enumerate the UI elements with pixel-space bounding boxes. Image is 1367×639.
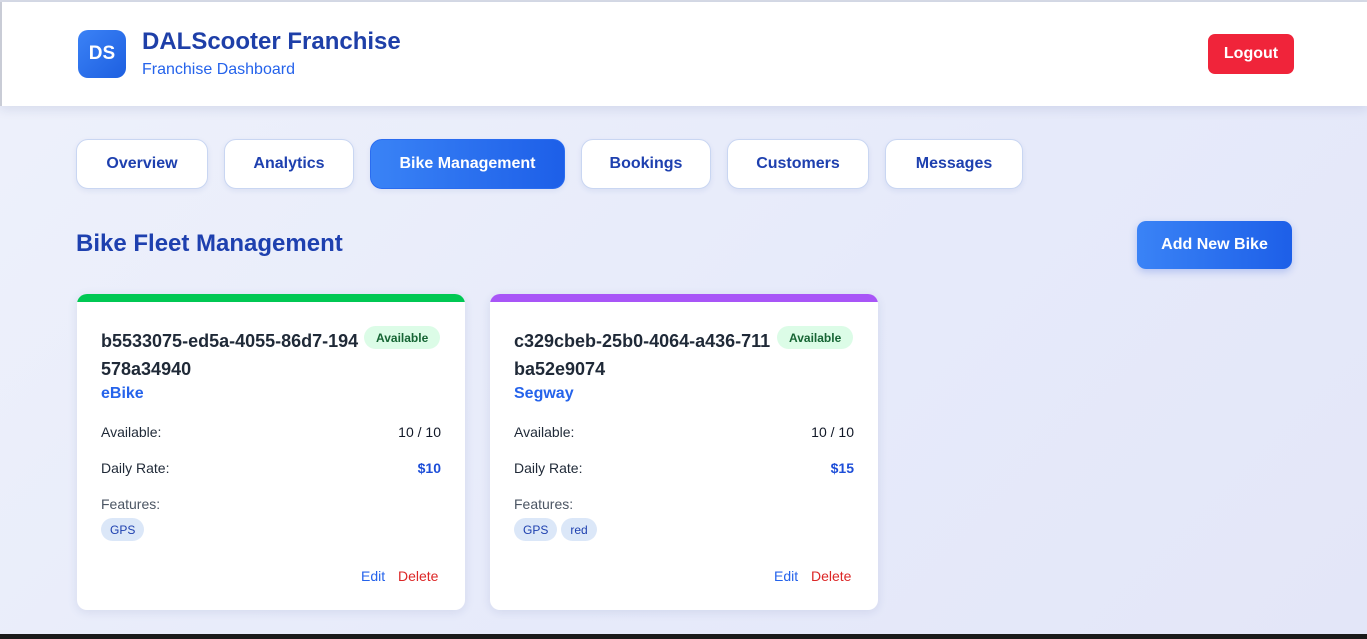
feature-tag: GPS — [101, 518, 145, 541]
card-accent-stripe — [490, 294, 878, 302]
section-title: Bike Fleet Management — [76, 230, 343, 257]
card-accent-stripe — [77, 294, 465, 302]
tab-customers[interactable]: Customers — [727, 139, 869, 189]
feature-tags: GPS red — [514, 518, 597, 541]
logout-button[interactable]: Logout — [1208, 34, 1294, 74]
tab-messages[interactable]: Messages — [885, 139, 1023, 189]
app-title: DALScooter Franchise — [142, 28, 401, 55]
status-badge: Available — [364, 326, 441, 349]
daily-rate-value: $15 — [830, 460, 854, 476]
bike-id: c329cbeb-25b0-4064-a436-711ba52e9074 — [514, 331, 771, 379]
feature-tags: GPS — [101, 518, 145, 541]
edit-link[interactable]: Edit — [361, 568, 385, 584]
bike-card: b5533075-ed5a-4055-86d7-194578a34940 Ava… — [77, 294, 465, 610]
app-logo: DS — [78, 30, 126, 78]
tab-bike-management[interactable]: Bike Management — [370, 139, 565, 189]
edit-link[interactable]: Edit — [774, 568, 798, 584]
tab-analytics[interactable]: Analytics — [224, 139, 354, 189]
app-subtitle: Franchise Dashboard — [142, 61, 295, 78]
feature-tag: GPS — [514, 518, 558, 541]
features-label: Features: — [101, 496, 161, 512]
tab-bookings[interactable]: Bookings — [581, 139, 711, 189]
available-value: 10 / 10 — [811, 424, 854, 440]
delete-link[interactable]: Delete — [811, 568, 851, 584]
available-value: 10 / 10 — [398, 424, 441, 440]
bike-type: eBike — [101, 385, 144, 402]
delete-link[interactable]: Delete — [398, 568, 438, 584]
bike-type: Segway — [514, 385, 574, 402]
available-label: Available: — [514, 424, 575, 440]
available-label: Available: — [101, 424, 162, 440]
window-bottom-border — [0, 634, 1367, 639]
daily-rate-value: $10 — [417, 460, 441, 476]
daily-rate-label: Daily Rate: — [101, 460, 170, 476]
daily-rate-label: Daily Rate: — [514, 460, 583, 476]
bike-card: c329cbeb-25b0-4064-a436-711ba52e9074 Ava… — [490, 294, 878, 610]
bike-id: b5533075-ed5a-4055-86d7-194578a34940 — [101, 331, 359, 379]
features-label: Features: — [514, 496, 574, 512]
status-badge: Available — [777, 326, 854, 349]
feature-tag: red — [561, 518, 597, 541]
tab-overview[interactable]: Overview — [76, 139, 208, 189]
app-header: DS DALScooter Franchise Franchise Dashbo… — [0, 2, 1367, 106]
add-new-bike-button[interactable]: Add New Bike — [1137, 221, 1292, 269]
